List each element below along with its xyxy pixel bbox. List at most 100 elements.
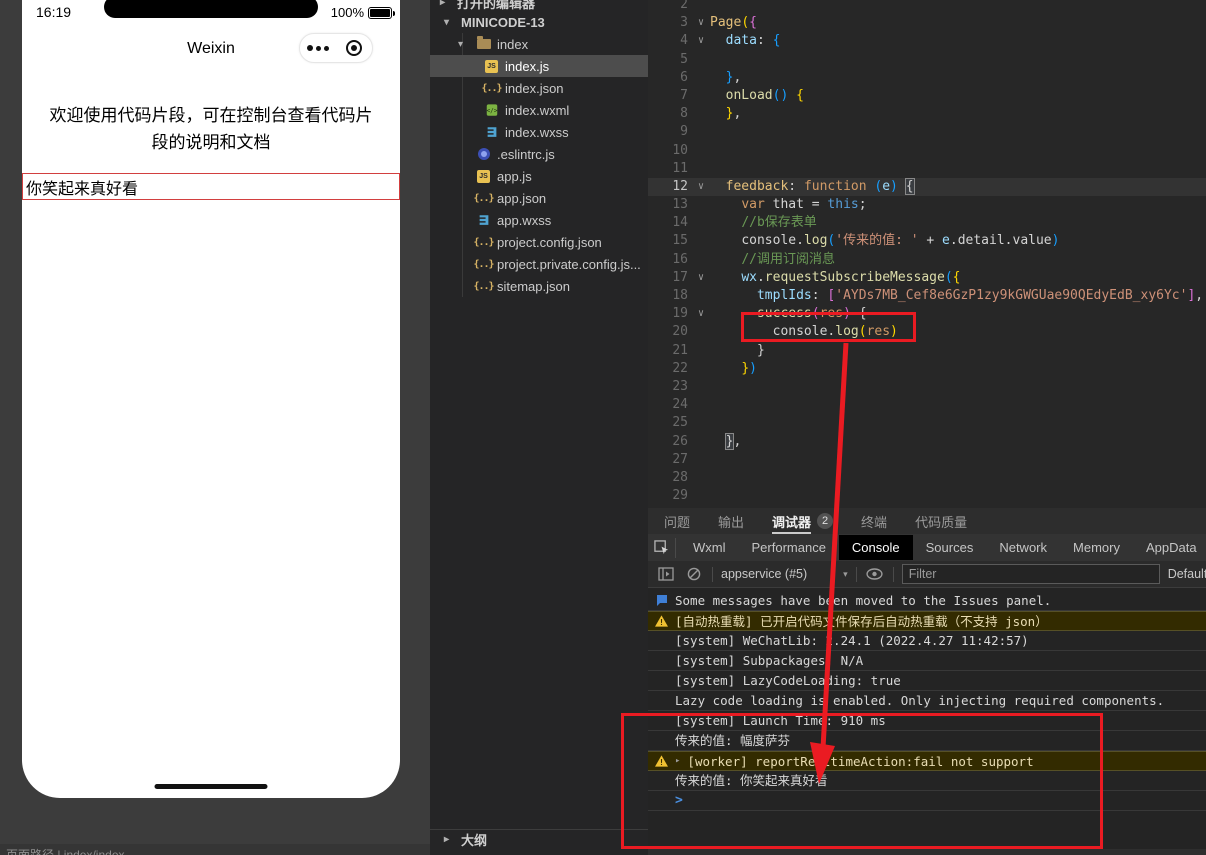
info-icon xyxy=(655,595,668,606)
filter-input[interactable] xyxy=(901,564,1160,584)
file-tree-item-index[interactable]: ▾ index xyxy=(430,33,648,55)
fold-chevron xyxy=(692,142,710,160)
line-number: 8 xyxy=(680,106,688,122)
file-name: .eslintrc.js xyxy=(497,146,555,162)
file-name: index.wxss xyxy=(505,124,569,140)
file-tree-item-index-json[interactable]: {..} index.json xyxy=(430,77,648,99)
code-text: console.log('传来的值: ' + e.detail.value) xyxy=(741,233,1060,249)
code-editor[interactable]: 2 3 ∨ Page({4 ∨ data: {5 6 }, 7 onLoad() {8 },… xyxy=(648,0,1206,508)
wxml-file-icon: </> xyxy=(484,103,499,117)
line-number: 23 xyxy=(672,378,688,394)
fold-chevron xyxy=(692,378,710,396)
code-line-23: 23 xyxy=(648,378,1206,396)
line-number: 21 xyxy=(672,342,688,358)
file-tree-item-project-private-config-js-[interactable]: {..} project.private.config.js... xyxy=(430,253,648,275)
line-number: 20 xyxy=(672,324,688,340)
message-text: [system] WeChatLib: 2.24.1 (2022.4.27 11… xyxy=(675,633,1029,648)
panel-tab-输出[interactable]: 输出 xyxy=(718,508,744,534)
simulator-panel: 16:19 100% Weixin 欢迎使用代码片段，可在控制台查看代码片 段的… xyxy=(0,0,430,855)
fold-chevron[interactable]: ∨ xyxy=(692,32,710,50)
panel-tab-问题[interactable]: 问题 xyxy=(664,508,690,534)
file-tree-item-app-js[interactable]: JS app.js xyxy=(430,165,648,187)
panel-tab-bar: 问题 输出 调试器 2 终端 代码质量 xyxy=(648,508,1206,534)
inspect-element-icon[interactable] xyxy=(654,537,676,558)
code-line-16: 16 //调用订阅消息 xyxy=(648,251,1206,269)
phone-simulator: 16:19 100% Weixin 欢迎使用代码片段，可在控制台查看代码片 段的… xyxy=(22,0,400,798)
file-name: app.json xyxy=(497,190,547,206)
more-menu-icon[interactable] xyxy=(300,45,336,51)
capsule-buttons xyxy=(299,33,373,63)
console-message: Lazy code loading is enabled. Only injec… xyxy=(648,691,1206,711)
panel-tab-代码质量[interactable]: 代码质量 xyxy=(915,508,967,534)
file-tree-item-app-json[interactable]: {..} app.json xyxy=(430,187,648,209)
devtools-tab-console[interactable]: Console xyxy=(838,535,913,560)
code-line-25: 25 xyxy=(648,414,1206,432)
console-toolbar: appservice (#5) ▾ Default levels xyxy=(648,561,1206,588)
code-text: }) xyxy=(741,360,757,376)
line-number: 14 xyxy=(672,215,688,231)
code-text: feedback: function (e) { xyxy=(725,177,915,195)
message-text: [worker] reportRealtimeAction:fail not s… xyxy=(687,753,1034,769)
svg-text:!: ! xyxy=(659,617,664,627)
project-root[interactable]: ▾ MINICODE-13 xyxy=(430,11,648,33)
file-tree-item-index-js[interactable]: JS index.js xyxy=(430,55,648,77)
line-number: 5 xyxy=(680,51,688,67)
line-number: 10 xyxy=(672,142,688,158)
file-name: app.js xyxy=(497,168,532,184)
file-tree-item--eslintrc-js[interactable]: .eslintrc.js xyxy=(430,143,648,165)
fold-chevron[interactable]: ∨ xyxy=(692,14,710,32)
panel-tab-终端[interactable]: 终端 xyxy=(861,508,887,534)
clear-console-icon[interactable] xyxy=(684,564,704,584)
eye-icon[interactable] xyxy=(865,564,885,584)
line-number: 15 xyxy=(672,233,688,249)
code-line-8: 8 }, xyxy=(648,105,1206,123)
chevron-down-icon[interactable]: ▾ xyxy=(458,39,470,50)
outline-section[interactable]: ▸ 大纲 xyxy=(430,829,648,849)
file-name: index.json xyxy=(505,80,564,96)
file-tree-item-sitemap-json[interactable]: {..} sitemap.json xyxy=(430,275,648,297)
fold-chevron[interactable]: ∨ xyxy=(692,305,710,323)
context-selector[interactable]: appservice (#5) xyxy=(721,567,807,581)
fold-chevron[interactable]: ∨ xyxy=(692,178,710,196)
simulator-bottom-bar: 页面路径 | index/index xyxy=(0,844,430,855)
line-number: 4 xyxy=(680,33,688,49)
devtools-tab-memory[interactable]: Memory xyxy=(1060,535,1133,560)
line-number: 28 xyxy=(672,469,688,485)
line-number: 24 xyxy=(672,397,688,413)
code-line-29: 29 xyxy=(648,487,1206,505)
feedback-input[interactable] xyxy=(22,173,400,200)
line-number: 26 xyxy=(672,433,688,449)
file-tree-item-project-config-json[interactable]: {..} project.config.json xyxy=(430,231,648,253)
code-line-13: 13 var that = this; xyxy=(648,196,1206,214)
code-text: //调用订阅消息 xyxy=(741,251,835,267)
file-tree-item-app-wxss[interactable]: app.wxss xyxy=(430,209,648,231)
devtools-tab-sources[interactable]: Sources xyxy=(913,535,987,560)
devtools-tab-appdata[interactable]: AppData xyxy=(1133,535,1206,560)
fold-chevron[interactable]: ∨ xyxy=(692,269,710,287)
fold-chevron xyxy=(692,287,710,305)
log-levels-selector[interactable]: Default levels xyxy=(1168,567,1206,581)
code-lines: 2 3 ∨ Page({4 ∨ data: {5 6 }, 7 onLoad() {8 },… xyxy=(648,0,1206,505)
fold-chevron xyxy=(692,433,710,451)
code-line-19: 19 ∨ success(res) { xyxy=(648,305,1206,323)
json-file-icon: {..} xyxy=(473,280,494,292)
panel-tab-调试器[interactable]: 调试器 2 xyxy=(772,508,834,534)
fold-chevron xyxy=(692,69,710,87)
code-line-2: 2 xyxy=(648,0,1206,14)
file-tree-item-index-wxml[interactable]: </> index.wxml xyxy=(430,99,648,121)
code-line-28: 28 xyxy=(648,469,1206,487)
console-prompt[interactable]: > xyxy=(648,791,1206,811)
devtools-tab-performance[interactable]: Performance xyxy=(739,535,839,560)
chevron-right-icon: ▸ xyxy=(440,0,446,8)
prompt-chevron-icon: > xyxy=(675,793,683,808)
toggle-drawer-icon[interactable] xyxy=(656,564,676,584)
home-target-icon[interactable] xyxy=(336,40,372,56)
devtools-tab-network[interactable]: Network xyxy=(986,535,1060,560)
file-tree-item-index-wxss[interactable]: index.wxss xyxy=(430,121,648,143)
console-message: [system] WeChatLib: 2.24.1 (2022.4.27 11… xyxy=(648,631,1206,651)
devtools-tab-wxml[interactable]: Wxml xyxy=(680,535,739,560)
expand-triangle-icon[interactable]: ▸ xyxy=(675,752,680,770)
